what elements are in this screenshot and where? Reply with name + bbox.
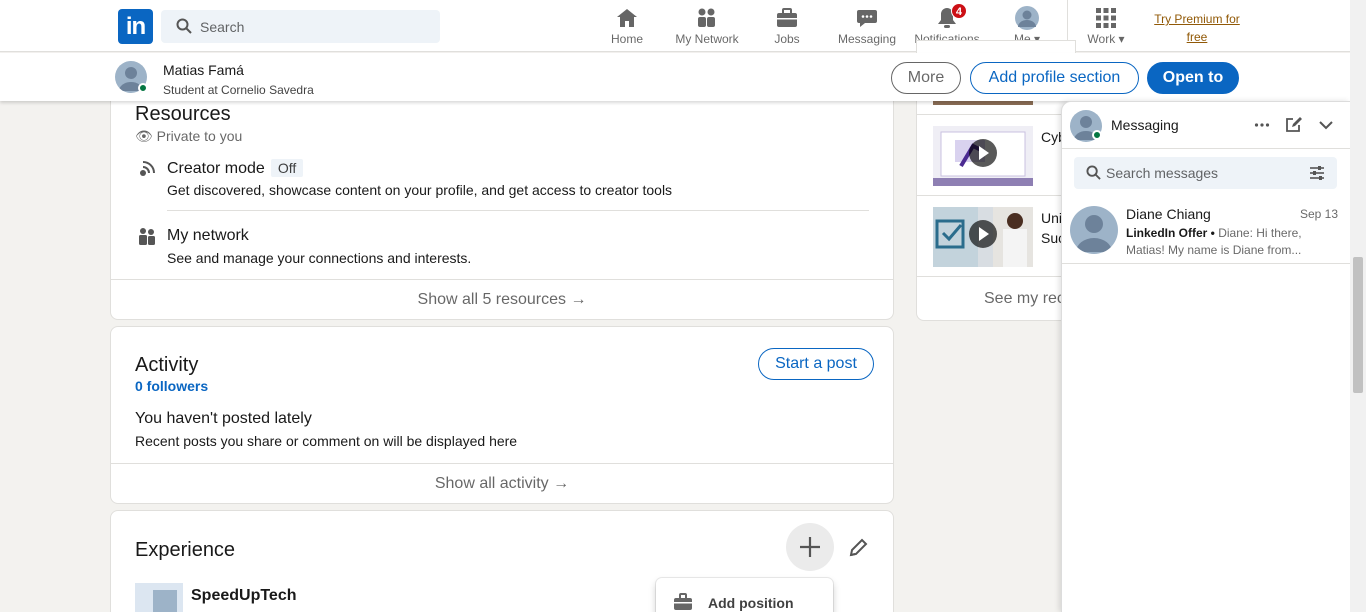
messaging-icon (857, 10, 877, 27)
creator-mode-icon (140, 161, 155, 176)
conversation-item[interactable]: Diane Chiang Sep 13 LinkedIn Offer • Dia… (1062, 198, 1351, 264)
compose-icon[interactable] (1285, 116, 1303, 134)
search-icon (176, 18, 192, 34)
course-thumbnail-2[interactable] (933, 126, 1033, 186)
nav-work[interactable]: Work ▾ (1083, 6, 1129, 50)
page-scrollbar[interactable] (1350, 0, 1366, 612)
add-position-menu[interactable]: Add position (656, 578, 833, 612)
see-my-recommendations-link[interactable]: See my rec (984, 290, 1065, 308)
show-all-activity-link[interactable]: Show all activity → (111, 463, 893, 503)
course-thumbnail-3[interactable] (933, 207, 1033, 267)
plus-icon (800, 537, 820, 557)
bell-icon-wrap: 4 (935, 3, 967, 30)
search-icon (1086, 165, 1101, 180)
no-posts-description: Recent posts you share or comment on wil… (135, 433, 518, 449)
briefcase-icon (777, 8, 797, 27)
resources-body: Resources 👁 Private to you Creator mode O… (111, 102, 893, 319)
nav-messaging-label: Messaging (837, 32, 897, 46)
video-thumbnail-image (933, 207, 1033, 267)
nav-work-label: Work ▾ (1087, 32, 1125, 46)
conversation-avatar (1070, 206, 1118, 254)
creator-mode-row[interactable]: Creator mode Off (167, 159, 304, 178)
creator-mode-status-badge: Off (270, 159, 304, 177)
premium-line1: Try Premium for (1154, 12, 1240, 26)
linkedin-logo[interactable]: in (118, 9, 153, 44)
grid-icon (1096, 8, 1116, 28)
avatar-icon (1015, 6, 1039, 30)
followers-count-link[interactable]: 0 followers (135, 378, 208, 394)
messaging-title[interactable]: Messaging (1111, 117, 1179, 133)
messaging-overlay: Messaging Search messages Diane Chiang S… (1061, 101, 1351, 612)
open-to-button[interactable]: Open to (1147, 62, 1239, 94)
course-separator (917, 195, 1075, 196)
scrollbar-thumb[interactable] (1353, 257, 1363, 393)
add-position-label: Add position (708, 595, 794, 611)
add-profile-section-button[interactable]: Add profile section (970, 62, 1139, 94)
learning-footer-separator (917, 276, 1075, 277)
conversation-preview: LinkedIn Offer • Diane: Hi there, Matias… (1126, 225, 1306, 259)
filter-icon[interactable] (1309, 166, 1325, 180)
nav-jobs[interactable]: Jobs (767, 6, 807, 50)
pencil-edit-icon[interactable] (847, 537, 869, 559)
video-thumbnail-image (933, 131, 1033, 186)
privacy-label: Private to you (156, 128, 243, 144)
course-title-3-line1[interactable]: Uni (1041, 210, 1062, 226)
profile-headline: Student at Cornelio Savedra (163, 83, 314, 97)
conversation-date: Sep 13 (1299, 207, 1338, 221)
creator-mode-description: Get discovered, showcase content on your… (167, 182, 673, 198)
activity-title: Activity (135, 354, 199, 376)
chevron-down-icon[interactable] (1317, 116, 1335, 134)
home-icon (617, 9, 637, 27)
conversation-preview-start: Diane: Hi there, (1218, 226, 1302, 240)
nav-messaging[interactable]: Messaging (836, 6, 898, 50)
experience-company-name[interactable]: SpeedUpTech (191, 587, 297, 605)
search-messages-input[interactable]: Search messages (1074, 157, 1337, 189)
more-button[interactable]: More (891, 62, 961, 94)
briefcase-icon (674, 593, 692, 610)
conversation-tag: LinkedIn Offer • (1126, 226, 1215, 240)
start-a-post-button[interactable]: Start a post (758, 348, 874, 380)
resources-card: Resources 👁 Private to you Creator mode O… (110, 82, 894, 320)
experience-title: Experience (135, 539, 236, 561)
nav-home[interactable]: Home (607, 6, 647, 50)
conversation-name: Diane Chiang (1126, 206, 1211, 222)
global-nav: in Search Home My Network Jobs Messaging… (0, 0, 1350, 52)
nav-jobs-label: Jobs (774, 32, 800, 46)
people-icon (139, 228, 155, 245)
messaging-header-separator (1062, 148, 1350, 149)
my-network-description: See and manage your connections and inte… (167, 250, 472, 266)
creator-mode-title: Creator mode (167, 160, 265, 177)
chevron-down-icon: ▾ (1118, 32, 1125, 46)
premium-line2: free (1186, 30, 1208, 44)
add-experience-button[interactable] (786, 523, 834, 571)
conversation-preview-rest: Matias! My name is Diane from... (1126, 243, 1302, 257)
eye-icon: 👁 (135, 128, 153, 144)
company-logo[interactable] (135, 583, 183, 612)
show-all-resources-link[interactable]: Show all 5 resources → (111, 279, 893, 319)
profile-name: Matias Famá (163, 62, 244, 78)
notification-count-badge: 4 (950, 3, 967, 19)
resources-title: Resources (135, 103, 231, 125)
online-status-dot (138, 83, 148, 93)
try-premium-link[interactable]: Try Premium for free (1152, 10, 1242, 46)
person-icon (1076, 215, 1112, 252)
company-logo-building (153, 590, 177, 612)
profile-sticky-bar: Matias Famá Student at Cornelio Savedra … (0, 53, 1350, 101)
course-separator (917, 114, 1075, 115)
ellipsis-icon[interactable] (1253, 116, 1271, 134)
nav-home-label: Home (610, 32, 643, 46)
private-to-you: 👁 Private to you (135, 128, 242, 145)
search-bar[interactable]: Search (161, 10, 440, 43)
network-icon (698, 8, 715, 27)
no-posts-title: You haven't posted lately (135, 410, 312, 427)
my-network-row[interactable]: My network (167, 227, 249, 245)
nav-network-label: My Network (675, 32, 739, 46)
search-messages-placeholder: Search messages (1106, 165, 1219, 181)
activity-card: Activity 0 followers Start a post You ha… (110, 326, 894, 504)
resources-separator (167, 210, 869, 211)
search-placeholder: Search (200, 19, 245, 35)
nav-my-network[interactable]: My Network (673, 6, 741, 50)
online-status-dot (1092, 130, 1102, 140)
